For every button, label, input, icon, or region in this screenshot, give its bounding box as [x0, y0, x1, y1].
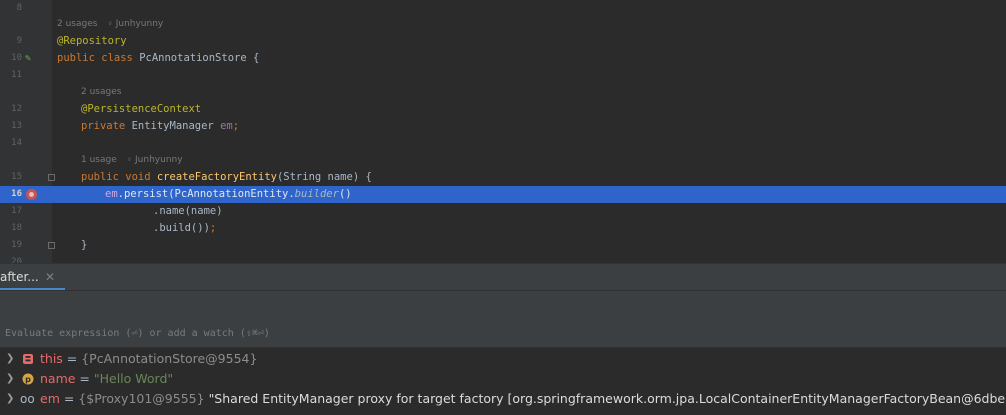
code-text: private EntityManager em;	[81, 120, 240, 132]
variables-panel: ❯ this = {PcAnnotationStore@9554} ❯ p na…	[0, 347, 1006, 415]
line-number: 9	[16, 36, 22, 46]
line-number: 16	[11, 189, 22, 199]
usages-hint[interactable]: 2 usages	[81, 84, 121, 101]
variable-text: name = "Hello Word"	[40, 371, 174, 386]
author-hint: Junhyunny	[115, 19, 164, 29]
debug-tab-bar: after... ✕	[0, 263, 1006, 291]
variable-text: em = {$Proxy101@9555} "Shared EntityMana…	[40, 391, 1006, 406]
code-line[interactable]: 10 ✎ public class PcAnnotationStore {	[0, 50, 1006, 67]
person-icon: ⍤	[107, 19, 113, 29]
code-line[interactable]: 15 public void createFactoryEntity(Strin…	[0, 169, 1006, 186]
usages-hint[interactable]: 1 usage ⍤ Junhyunny	[81, 152, 183, 169]
chevron-right-icon[interactable]: ❯	[6, 389, 14, 409]
chevron-right-icon[interactable]: ❯	[6, 369, 14, 389]
code-text: @Repository	[57, 35, 127, 47]
code-text: }	[81, 239, 88, 251]
code-text: .build());	[153, 222, 217, 234]
variable-row[interactable]: ❯ this = {PcAnnotationStore@9554}	[0, 349, 1006, 369]
line-number: 15	[11, 172, 22, 182]
code-line[interactable]: 13 private EntityManager em;	[0, 118, 1006, 135]
code-line[interactable]: 18 .build());	[0, 220, 1006, 237]
variable-text: this = {PcAnnotationStore@9554}	[40, 351, 258, 366]
breakpoint-icon[interactable]	[26, 189, 37, 200]
chevron-right-icon[interactable]: ❯	[6, 349, 14, 369]
code-text: @PersistenceContext	[81, 103, 202, 115]
line-number: 20	[11, 257, 22, 263]
variable-row[interactable]: ❯ p name = "Hello Word"	[0, 369, 1006, 389]
variable-row[interactable]: ❯ oo em = {$Proxy101@9555} "Shared Entit…	[0, 389, 1006, 409]
fold-icon[interactable]	[48, 174, 55, 181]
line-number: 10	[11, 53, 22, 63]
tab-label: after...	[0, 270, 39, 284]
line-number: 11	[11, 70, 22, 80]
code-line[interactable]: 9 @Repository	[0, 33, 1006, 50]
line-number: 14	[11, 138, 22, 148]
code-text: em.persist(PcAnnotationEntity.builder()	[105, 188, 352, 200]
line-number: 12	[11, 104, 22, 114]
inlay-hint-row: 2 usages ⍤ Junhyunny	[0, 16, 1006, 33]
line-number: 17	[11, 206, 22, 216]
close-icon[interactable]: ✕	[45, 264, 55, 290]
code-editor[interactable]: 8 2 usages ⍤ Junhyunny 9 @Repository 10 ✎…	[0, 0, 1006, 263]
field-icon	[23, 354, 33, 364]
evaluate-bar: Evaluate expression (⏎) or add a watch (…	[0, 320, 1006, 347]
line-number: 19	[11, 240, 22, 250]
code-text: public class PcAnnotationStore {	[57, 52, 260, 64]
code-line[interactable]: 14	[0, 135, 1006, 152]
fold-icon[interactable]	[48, 242, 55, 249]
line-number: 18	[11, 223, 22, 233]
inlay-hint-row: 1 usage ⍤ Junhyunny	[0, 152, 1006, 169]
usages-hint[interactable]: 2 usages ⍤ Junhyunny	[57, 16, 163, 33]
code-line[interactable]: 12 @PersistenceContext	[0, 101, 1006, 118]
line-number: 8	[16, 3, 22, 13]
code-line[interactable]: 20	[0, 254, 1006, 263]
code-line[interactable]: 19 }	[0, 237, 1006, 254]
spring-bean-icon[interactable]: ✎	[25, 50, 31, 67]
debugger-toolbar	[0, 290, 1006, 321]
code-line[interactable]: 8	[0, 0, 1006, 17]
code-text: .name(name)	[153, 205, 223, 217]
code-text: public void createFactoryEntity(String n…	[81, 171, 372, 183]
current-execution-line[interactable]: 16 em.persist(PcAnnotationEntity.builder…	[0, 186, 1006, 203]
inlay-hint-row: 2 usages	[0, 84, 1006, 101]
watch-glasses-icon: oo	[20, 392, 35, 406]
code-line[interactable]: 11	[0, 67, 1006, 84]
evaluate-expression-input[interactable]: Evaluate expression (⏎) or add a watch (…	[5, 325, 270, 342]
author-hint: Junhyunny	[135, 155, 183, 165]
code-line[interactable]: 17 .name(name)	[0, 203, 1006, 220]
person-icon: ⍤	[126, 155, 133, 165]
parameter-icon: p	[22, 373, 34, 385]
line-number: 13	[11, 121, 22, 131]
svg-text:p: p	[25, 375, 31, 384]
